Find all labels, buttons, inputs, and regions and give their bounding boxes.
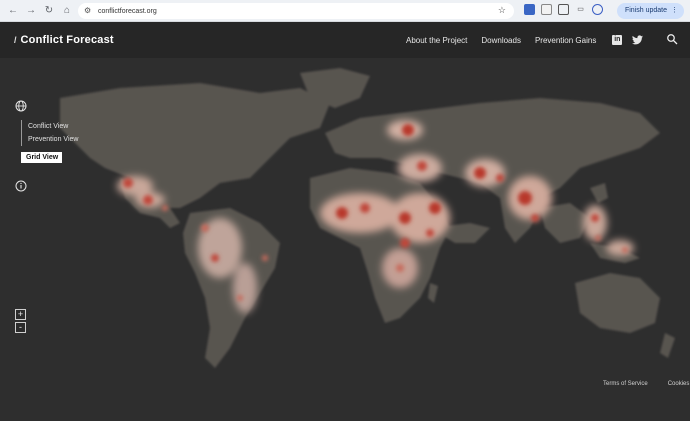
bookmark-star-icon[interactable]: ☆ bbox=[498, 5, 506, 16]
terms-of-service-link[interactable]: Terms of Service bbox=[603, 381, 648, 387]
address-bar[interactable]: ⚙ conflictforecast.org ☆ bbox=[78, 3, 514, 19]
profile-avatar-icon[interactable] bbox=[592, 4, 603, 15]
finish-update-button[interactable]: Finish update ⋮ bbox=[616, 3, 684, 19]
url-text: conflictforecast.org bbox=[98, 7, 157, 15]
main-nav: About the Project Downloads Prevention G… bbox=[406, 22, 644, 58]
reload-icon[interactable]: ↻ bbox=[44, 5, 54, 16]
social-links: in bbox=[612, 35, 644, 45]
search-icon[interactable] bbox=[666, 33, 678, 45]
view-list: Conflict View Prevention View Grid View bbox=[21, 120, 91, 164]
back-icon[interactable]: ← bbox=[8, 5, 18, 16]
brand-slash: / bbox=[14, 35, 17, 45]
extension-icon[interactable] bbox=[541, 4, 552, 15]
linkedin-icon[interactable]: in bbox=[612, 35, 623, 45]
media-icon[interactable]: ▭ bbox=[575, 4, 586, 15]
conflict-view-option[interactable]: Conflict View bbox=[21, 120, 91, 133]
extension-icon[interactable] bbox=[524, 4, 535, 15]
home-icon[interactable]: ⌂ bbox=[62, 5, 72, 16]
site-info-icon[interactable]: ⚙ bbox=[84, 7, 92, 15]
nav-about[interactable]: About the Project bbox=[406, 36, 467, 45]
forward-icon[interactable]: → bbox=[26, 5, 36, 16]
browser-toolbar: ← → ↻ ⌂ ⚙ conflictforecast.org ☆ ▭ Finis… bbox=[0, 0, 690, 22]
brand[interactable]: / Conflict Forecast bbox=[14, 34, 114, 46]
map-canvas bbox=[0, 58, 690, 421]
more-vert-icon: ⋮ bbox=[671, 7, 678, 14]
globe-icon[interactable] bbox=[15, 100, 27, 112]
twitter-icon[interactable] bbox=[632, 35, 644, 45]
cookies-link[interactable]: Cookies bbox=[668, 381, 690, 387]
info-icon[interactable] bbox=[15, 180, 27, 192]
brand-title: Conflict Forecast bbox=[20, 34, 114, 46]
nav-prevention-gains[interactable]: Prevention Gains bbox=[535, 36, 596, 45]
world-map[interactable]: Conflict View Prevention View Grid View … bbox=[0, 58, 690, 421]
site-header: / Conflict Forecast About the Project Do… bbox=[0, 22, 690, 58]
zoom-out-button[interactable]: - bbox=[15, 322, 26, 333]
browser-nav: ← → ↻ ⌂ bbox=[0, 5, 72, 16]
prevention-view-option[interactable]: Prevention View bbox=[21, 133, 91, 146]
extensions-puzzle-icon[interactable] bbox=[558, 4, 569, 15]
map-footer-links: Terms of Service Cookies bbox=[603, 381, 689, 387]
zoom-in-button[interactable]: + bbox=[15, 309, 26, 320]
finish-update-label: Finish update bbox=[624, 7, 667, 14]
grid-view-option[interactable]: Grid View bbox=[21, 152, 63, 163]
nav-downloads[interactable]: Downloads bbox=[481, 36, 521, 45]
zoom-controls: + - bbox=[15, 309, 26, 333]
extensions: ▭ bbox=[524, 4, 603, 15]
